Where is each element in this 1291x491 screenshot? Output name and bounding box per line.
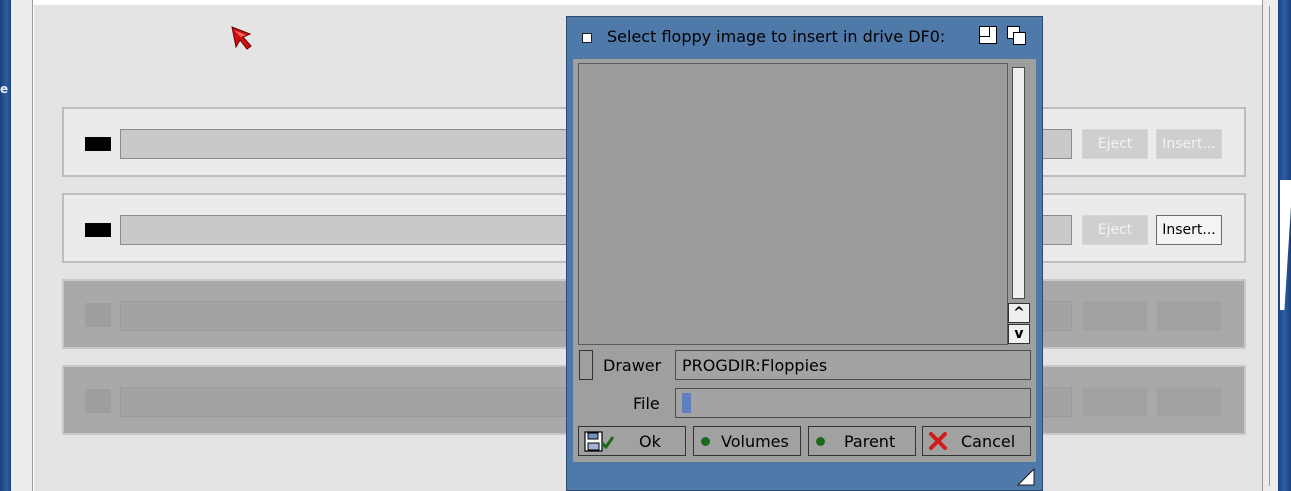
cancel-x-icon [929, 432, 947, 450]
status-dot-icon [816, 437, 825, 446]
drive-activity-led [85, 303, 111, 327]
insert-button[interactable]: Insert... [1156, 215, 1222, 245]
eject-button[interactable]: Eject [1082, 129, 1148, 159]
depth-gadget-icon[interactable] [1007, 26, 1027, 46]
window-right-border [1262, 0, 1278, 491]
file-list-scrollbar[interactable]: ^ v [1008, 63, 1030, 345]
dialog-title: Select floppy image to insert in drive D… [607, 27, 946, 46]
file-label: File [633, 394, 660, 413]
scroll-down-button[interactable]: v [1008, 324, 1030, 344]
scrollbar-thumb[interactable] [1012, 67, 1025, 299]
mouse-pointer-icon [231, 26, 252, 50]
status-dot-icon [701, 437, 710, 446]
file-requester-dialog: Select floppy image to insert in drive D… [566, 16, 1043, 491]
dialog-titlebar[interactable]: Select floppy image to insert in drive D… [567, 17, 1042, 59]
eject-button [1082, 387, 1148, 417]
volumes-label: Volumes [721, 432, 789, 451]
desktop-left-label: e [0, 82, 9, 96]
resize-gadget-icon[interactable] [1017, 468, 1035, 486]
eject-button [1082, 301, 1148, 331]
cancel-label: Cancel [961, 432, 1016, 451]
drawer-field[interactable]: PROGDIR:Floppies [675, 350, 1031, 380]
ok-button[interactable]: Ok [578, 426, 686, 456]
file-field[interactable] [675, 388, 1031, 418]
text-cursor [682, 393, 691, 413]
insert-button[interactable]: Insert... [1156, 129, 1222, 159]
parent-label: Parent [844, 432, 896, 451]
window-left-border [11, 0, 33, 491]
scroll-up-button[interactable]: ^ [1008, 303, 1030, 323]
insert-button [1156, 301, 1222, 331]
eject-button[interactable]: Eject [1082, 215, 1148, 245]
volumes-button[interactable]: Volumes [693, 426, 801, 456]
parent-button[interactable]: Parent [808, 426, 916, 456]
cancel-button[interactable]: Cancel [922, 426, 1031, 456]
drawer-label: Drawer [603, 356, 662, 375]
insert-button [1156, 387, 1222, 417]
desktop-left-edge: e [0, 0, 11, 491]
ok-label: Ok [639, 432, 661, 451]
zoom-gadget-icon[interactable] [979, 26, 997, 44]
close-gadget-icon[interactable] [582, 33, 592, 43]
drawer-toggle[interactable] [579, 350, 593, 380]
drive-activity-led [85, 137, 111, 151]
disk-ok-icon [584, 431, 614, 452]
requester-body: ^ v Drawer PROGDIR:Floppies File Ok Volu… [573, 59, 1036, 462]
file-list[interactable] [578, 63, 1008, 345]
drive-activity-led [85, 223, 111, 237]
drive-activity-led [85, 389, 111, 413]
